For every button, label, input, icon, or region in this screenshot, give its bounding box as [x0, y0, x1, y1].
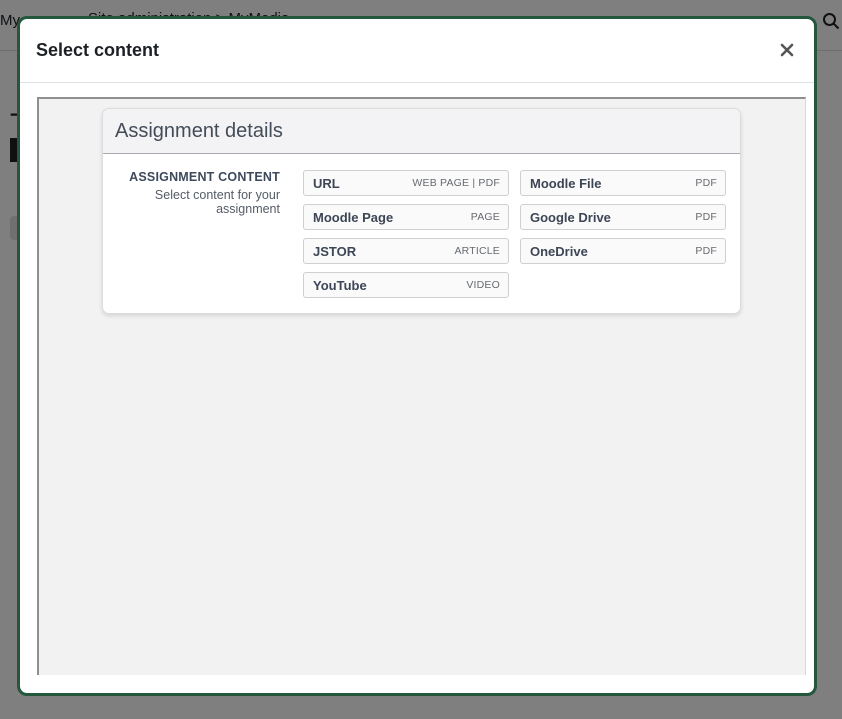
option-url[interactable]: URL WEB PAGE | PDF — [303, 170, 509, 196]
option-jstor[interactable]: JSTOR ARTICLE — [303, 238, 509, 264]
modal-title: Select content — [36, 40, 160, 60]
option-type: VIDEO — [466, 279, 500, 291]
select-content-modal: Select content Assignment details ASSIGN… — [17, 16, 817, 696]
modal-header: Select content — [20, 19, 814, 83]
option-name: Moodle Page — [313, 210, 394, 225]
section-title: ASSIGNMENT CONTENT — [129, 170, 280, 184]
option-type: WEB PAGE | PDF — [412, 177, 500, 189]
section-description: Select content for your assignment — [154, 188, 280, 216]
card-title: Assignment details — [115, 120, 283, 142]
option-name: URL — [313, 176, 340, 191]
card-header: Assignment details — [103, 109, 740, 154]
option-name: YouTube — [313, 278, 367, 293]
option-type: ARTICLE — [454, 245, 500, 257]
option-name: OneDrive — [530, 244, 588, 259]
content-frame: Assignment details ASSIGNMENT CONTENT Se… — [37, 97, 806, 675]
option-type: PDF — [695, 211, 717, 223]
option-name: Google Drive — [530, 210, 611, 225]
option-name: JSTOR — [313, 244, 357, 259]
option-youtube[interactable]: YouTube VIDEO — [303, 272, 509, 298]
close-icon — [780, 43, 794, 57]
option-type: PDF — [695, 177, 717, 189]
option-google-drive[interactable]: Google Drive PDF — [520, 204, 726, 230]
option-type: PDF — [695, 245, 717, 257]
option-moodle-page[interactable]: Moodle Page PAGE — [303, 204, 509, 230]
option-type: PAGE — [470, 211, 500, 223]
option-name: Moodle File — [530, 176, 602, 191]
option-onedrive[interactable]: OneDrive PDF — [520, 238, 726, 264]
close-button[interactable] — [774, 37, 800, 63]
assignment-details-card: Assignment details ASSIGNMENT CONTENT Se… — [102, 108, 741, 314]
option-moodle-file[interactable]: Moodle File PDF — [520, 170, 726, 196]
assignment-content-label: ASSIGNMENT CONTENT Select content for yo… — [103, 169, 280, 216]
